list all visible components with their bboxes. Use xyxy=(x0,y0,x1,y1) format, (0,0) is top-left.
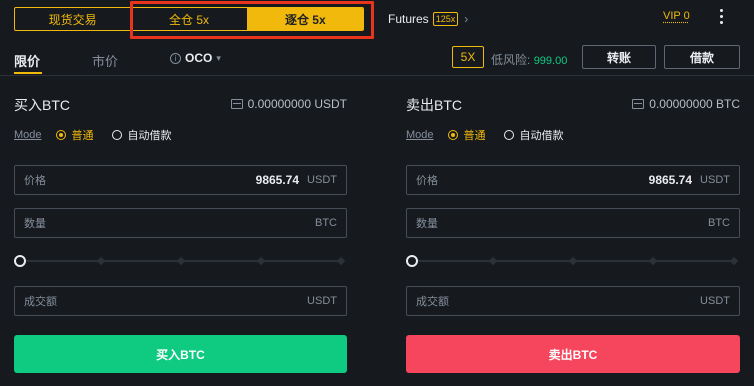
chevron-right-icon: › xyxy=(464,12,469,26)
radio-normal[interactable] xyxy=(55,130,66,140)
price-unit: USDT xyxy=(700,174,730,186)
price-value[interactable]: 9865.74 xyxy=(256,173,299,187)
buy-quantity-field[interactable]: 数量 BTC xyxy=(14,208,347,238)
total-label: 成交额 xyxy=(416,296,449,308)
total-label: 成交额 xyxy=(24,296,57,308)
quantity-unit: BTC xyxy=(708,217,730,229)
slider-tick-50[interactable] xyxy=(568,256,578,266)
buy-balance-value: 0.00000000 USDT xyxy=(247,97,347,111)
tab-market-order[interactable]: 市价 xyxy=(92,51,118,70)
price-label: 价格 xyxy=(416,175,438,187)
tab-cross-margin[interactable]: 全仓 5x xyxy=(130,8,246,30)
price-unit: USDT xyxy=(307,174,337,186)
tab-isolated-margin[interactable]: 逐仓 5x xyxy=(246,8,363,30)
margin-mode-tabs: 现货交易 全仓 5x 逐仓 5x xyxy=(14,7,364,31)
slider-tick-100[interactable] xyxy=(336,256,346,266)
risk-label: 低风险: xyxy=(491,53,531,67)
futures-link[interactable]: Futures 125x › xyxy=(388,9,468,29)
radio-normal[interactable] xyxy=(447,130,458,140)
info-icon: i xyxy=(170,52,181,64)
radio-auto-borrow[interactable] xyxy=(111,130,122,140)
slider-handle[interactable] xyxy=(14,255,26,267)
sell-balance-value: 0.00000000 BTC xyxy=(649,97,740,111)
sell-mode-row: Mode 普通 自动借款 xyxy=(406,127,564,143)
mode-label[interactable]: Mode xyxy=(14,129,42,141)
sell-amount-slider[interactable] xyxy=(406,255,740,267)
radio-auto-borrow-label[interactable]: 自动借款 xyxy=(128,127,172,143)
price-value[interactable]: 9865.74 xyxy=(649,173,692,187)
tab-limit-order[interactable]: 限价 xyxy=(14,51,40,70)
sell-panel-title: 卖出BTC xyxy=(406,97,462,113)
quantity-label: 数量 xyxy=(416,218,438,230)
slider-handle[interactable] xyxy=(406,255,418,267)
total-unit: USDT xyxy=(700,295,730,307)
risk-value: 999.00 xyxy=(533,55,568,67)
buy-mode-row: Mode 普通 自动借款 xyxy=(14,127,172,143)
buy-total-field[interactable]: 成交额 USDT xyxy=(14,286,347,316)
slider-tick-50[interactable] xyxy=(176,256,186,266)
sell-quantity-field[interactable]: 数量 BTC xyxy=(406,208,740,238)
buy-balance: 0.00000000 USDT xyxy=(230,97,347,111)
quantity-unit: BTC xyxy=(315,217,337,229)
caret-down-icon: ▾ xyxy=(216,52,221,63)
buy-button[interactable]: 买入BTC xyxy=(14,335,347,373)
borrow-button[interactable]: 借款 xyxy=(664,45,740,69)
radio-normal-label[interactable]: 普通 xyxy=(72,127,94,143)
radio-auto-borrow[interactable] xyxy=(503,130,514,140)
sell-balance: 0.00000000 BTC xyxy=(632,97,740,111)
wallet-icon xyxy=(632,99,645,109)
slider-tick-75[interactable] xyxy=(648,256,658,266)
header-divider xyxy=(0,75,754,76)
slider-tick-75[interactable] xyxy=(256,256,266,266)
wallet-icon xyxy=(230,99,243,109)
total-unit: USDT xyxy=(307,295,337,307)
leverage-button[interactable]: 5X xyxy=(452,46,484,68)
slider-tick-100[interactable] xyxy=(729,256,739,266)
more-menu-icon[interactable] xyxy=(716,6,726,26)
buy-amount-slider[interactable] xyxy=(14,255,347,267)
slider-tick-25[interactable] xyxy=(96,256,106,266)
mode-label[interactable]: Mode xyxy=(406,129,434,141)
price-label: 价格 xyxy=(24,175,46,187)
sell-button[interactable]: 卖出BTC xyxy=(406,335,740,373)
quantity-label: 数量 xyxy=(24,218,46,230)
futures-label: Futures xyxy=(388,12,429,26)
risk-indicator: 低风险: 999.00 xyxy=(491,51,567,68)
transfer-button[interactable]: 转账 xyxy=(582,45,656,69)
tab-oco-order[interactable]: i OCO ▾ xyxy=(170,51,221,65)
buy-price-field[interactable]: 价格 9865.74 USDT xyxy=(14,165,347,195)
radio-auto-borrow-label[interactable]: 自动借款 xyxy=(520,127,564,143)
futures-leverage-badge: 125x xyxy=(432,12,459,26)
buy-panel-title: 买入BTC xyxy=(14,97,70,113)
sell-price-field[interactable]: 价格 9865.74 USDT xyxy=(406,165,740,195)
radio-normal-label[interactable]: 普通 xyxy=(464,127,486,143)
slider-tick-25[interactable] xyxy=(488,256,498,266)
sell-total-field[interactable]: 成交额 USDT xyxy=(406,286,740,316)
active-tab-indicator xyxy=(14,72,42,74)
vip-level-link[interactable]: VIP 0 xyxy=(663,10,690,22)
oco-label: OCO xyxy=(185,51,213,65)
tab-spot[interactable]: 现货交易 xyxy=(15,8,130,30)
